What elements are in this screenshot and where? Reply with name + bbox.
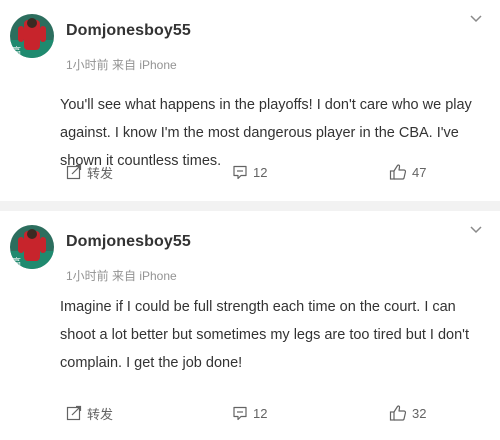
like-button[interactable]: 32 (389, 401, 426, 425)
avatar[interactable]: 高 (10, 225, 54, 269)
chevron-down-icon[interactable] (468, 12, 484, 24)
post-card: 高 Domjonesboy55 1小时前 来自 iPhone You'll se… (0, 0, 500, 201)
repost-label: 转发 (87, 165, 114, 181)
repost-button[interactable]: 转发 (66, 401, 113, 425)
comment-count: 12 (253, 164, 268, 180)
svg-text:高: 高 (12, 256, 21, 268)
post-actions: 转发 12 32 (0, 401, 500, 425)
thumbs-up-icon (389, 404, 412, 422)
like-count: 47 (412, 164, 427, 180)
post-meta: 1小时前 来自 iPhone (66, 58, 177, 72)
like-count: 32 (412, 405, 427, 421)
weibo-feed: 高 Domjonesboy55 1小时前 来自 iPhone You'll se… (0, 0, 500, 440)
thumbs-up-icon (389, 163, 412, 181)
comment-icon (232, 164, 253, 180)
comment-icon (232, 405, 253, 421)
share-icon (66, 164, 87, 180)
post-card: 高 Domjonesboy55 1小时前 来自 iPhone Imagine i… (0, 211, 500, 440)
svg-text:高: 高 (12, 45, 21, 57)
avatar[interactable]: 高 (10, 14, 54, 58)
like-button[interactable]: 47 (389, 160, 426, 184)
repost-button[interactable]: 转发 (66, 160, 113, 184)
username[interactable]: Domjonesboy55 (66, 22, 191, 40)
comment-count: 12 (253, 405, 268, 421)
post-meta: 1小时前 来自 iPhone (66, 269, 177, 283)
post-text: Imagine if I could be full strength each… (60, 299, 469, 371)
comment-button[interactable]: 12 (232, 401, 267, 425)
username[interactable]: Domjonesboy55 (66, 233, 191, 251)
comment-button[interactable]: 12 (232, 160, 267, 184)
chevron-down-icon[interactable] (468, 223, 484, 235)
repost-label: 转发 (87, 406, 114, 422)
post-actions: 转发 12 47 (0, 160, 500, 184)
share-icon (66, 405, 87, 421)
